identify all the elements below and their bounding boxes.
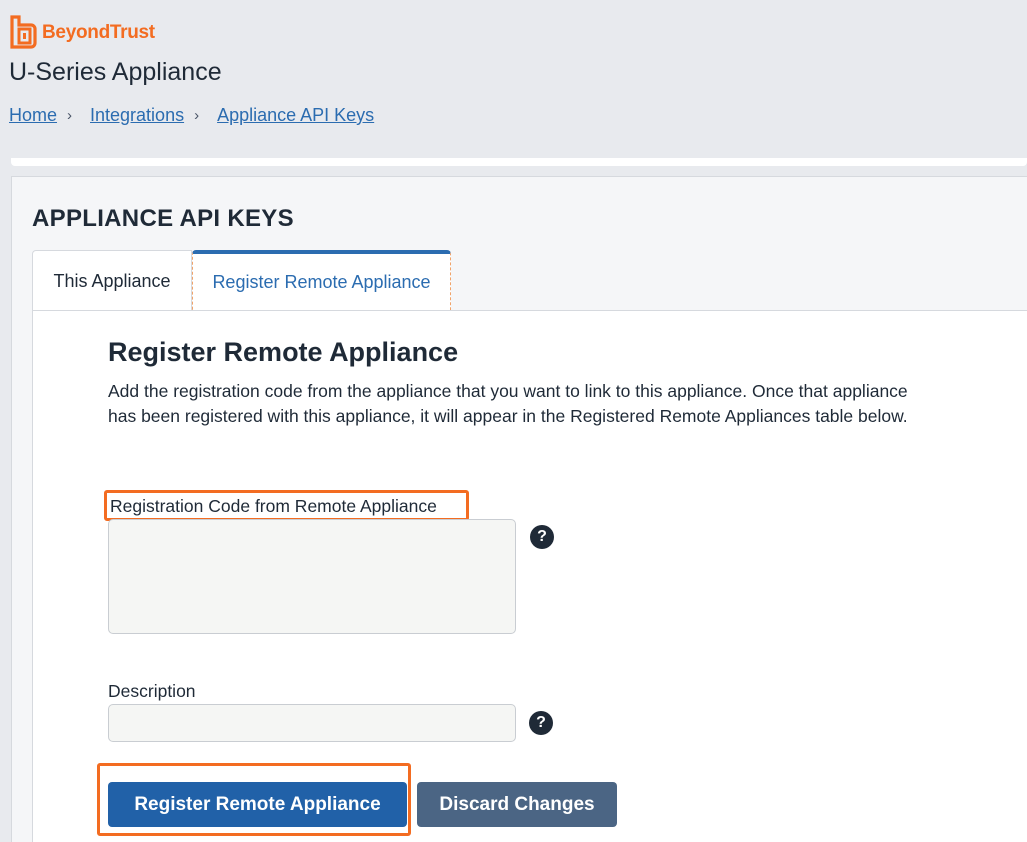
beyondtrust-logo-icon <box>10 15 37 49</box>
breadcrumb-integrations-link[interactable]: Integrations <box>90 105 184 126</box>
breadcrumb-home-link[interactable]: Home <box>9 105 57 126</box>
breadcrumb: Home › Integrations › Appliance API Keys <box>9 105 374 126</box>
chevron-right-icon: › <box>67 107 73 124</box>
register-remote-appliance-button[interactable]: Register Remote Appliance <box>108 782 407 827</box>
help-icon[interactable]: ? <box>529 711 553 735</box>
registration-code-textarea[interactable] <box>108 519 516 634</box>
tab-register-remote-appliance[interactable]: Register Remote Appliance <box>192 250 451 311</box>
chevron-right-icon: › <box>194 107 200 124</box>
breadcrumb-appliance-api-keys-link[interactable]: Appliance API Keys <box>217 105 374 126</box>
help-icon[interactable]: ? <box>530 525 554 549</box>
brand-logo: BeyondTrust <box>9 15 155 51</box>
header-divider <box>11 158 1027 166</box>
tab-bar: This Appliance Register Remote Appliance <box>32 250 451 311</box>
page-title: APPLIANCE API KEYS <box>32 205 294 232</box>
app-header: BeyondTrust U-Series Appliance Home › In… <box>0 0 1027 163</box>
form-title: Register Remote Appliance <box>108 337 459 367</box>
discard-changes-button[interactable]: Discard Changes <box>417 782 617 827</box>
description-label: Description <box>108 681 196 701</box>
description-input[interactable] <box>108 704 516 742</box>
tab-this-appliance[interactable]: This Appliance <box>32 250 192 311</box>
form-description: Add the registration code from the appli… <box>108 381 908 426</box>
brand-name: BeyondTrust <box>42 22 155 43</box>
registration-code-label: Registration Code from Remote Appliance <box>110 496 437 516</box>
app-title: U-Series Appliance <box>9 58 222 86</box>
